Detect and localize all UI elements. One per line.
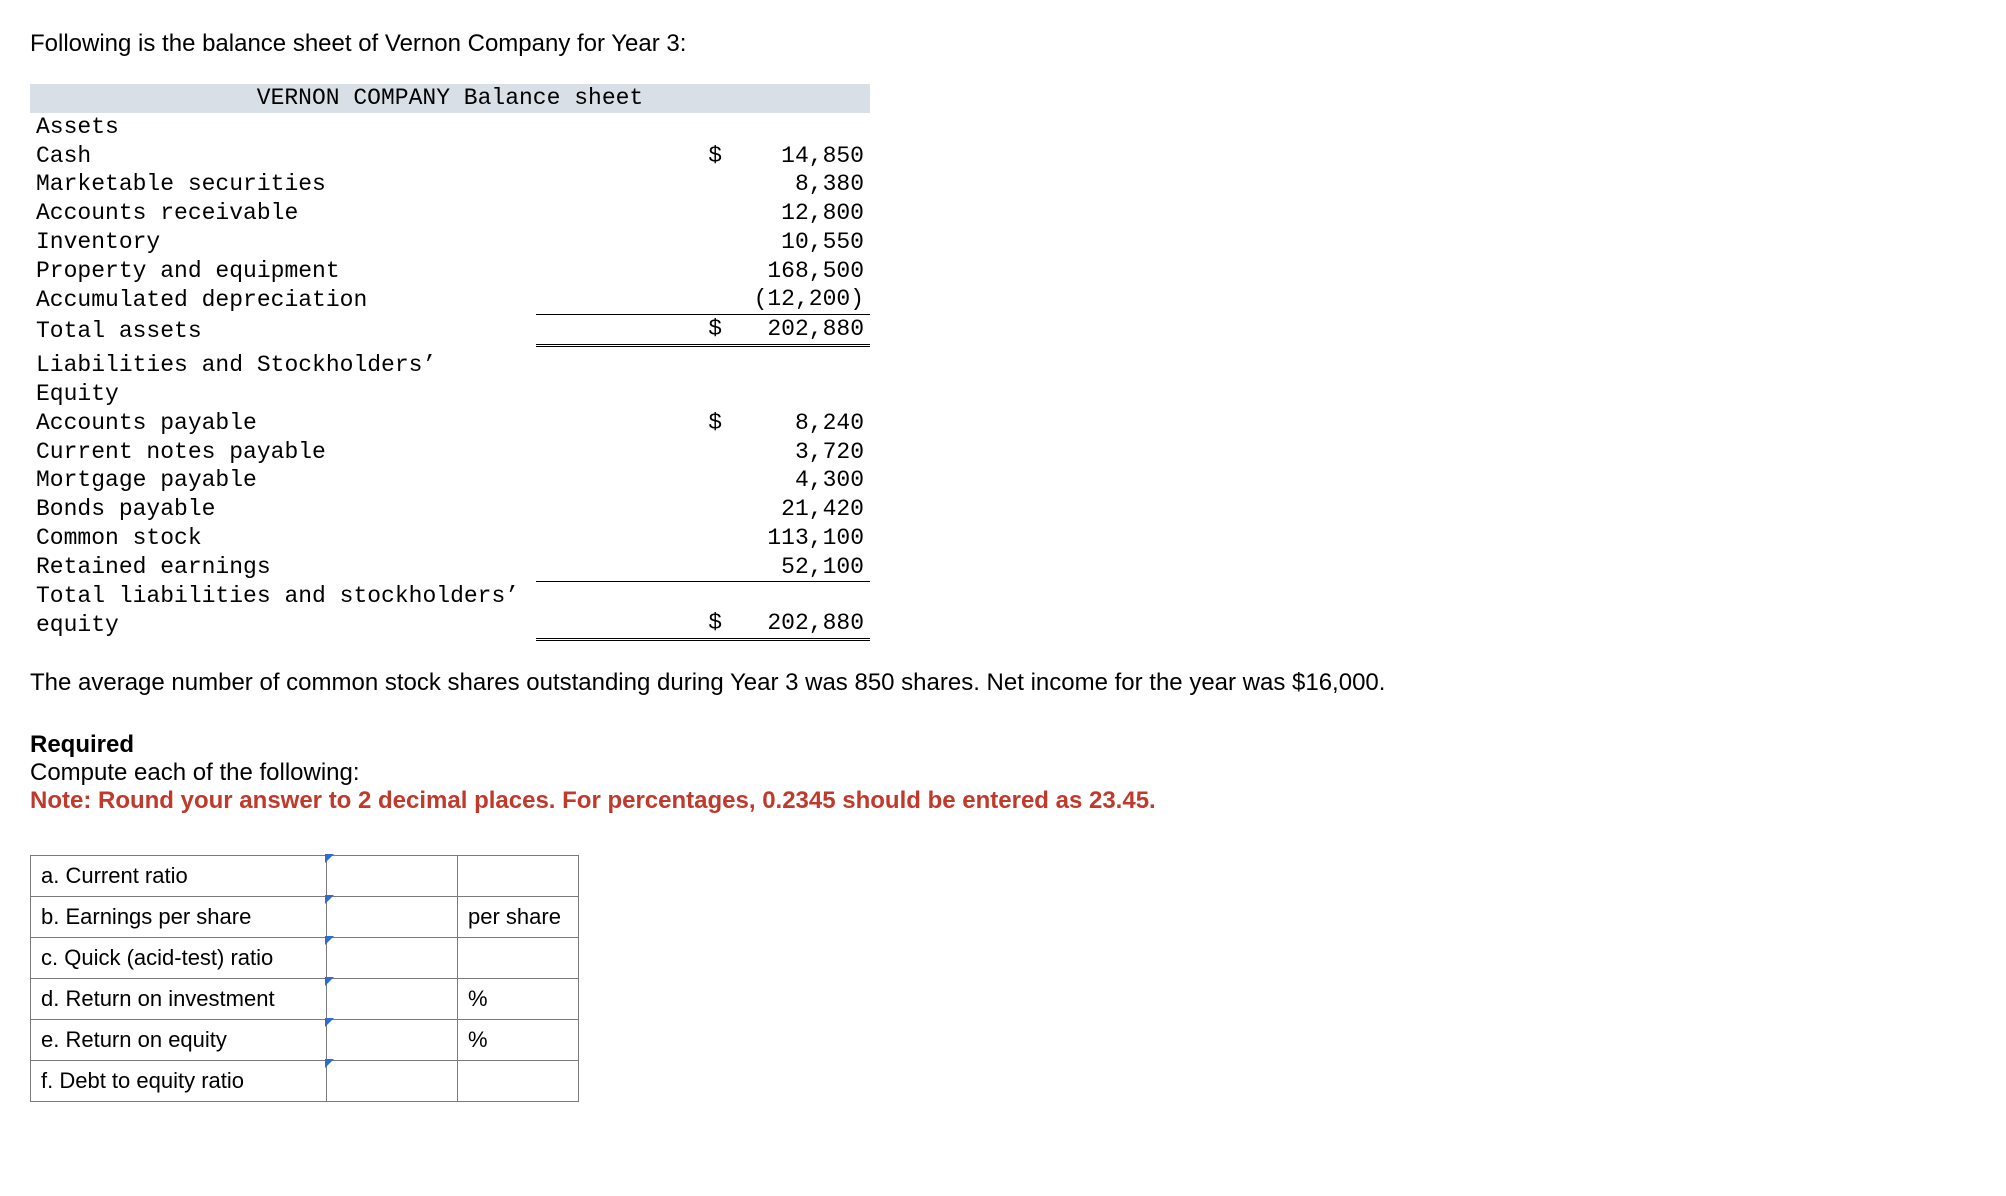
row-value: 168,500 (728, 257, 870, 286)
table-row: f. Debt to equity ratio (31, 1060, 579, 1101)
row-label: Common stock (30, 524, 536, 553)
row-value: (12,200) (728, 285, 870, 314)
note-text: Note: Round your answer to 2 decimal pla… (30, 787, 1976, 815)
answer-unit (458, 855, 579, 896)
row-value: 3,720 (728, 438, 870, 467)
input-marker-icon (325, 895, 334, 904)
answer-label: c. Quick (acid-test) ratio (31, 937, 327, 978)
row-value: 12,800 (728, 199, 870, 228)
input-marker-icon (325, 1018, 334, 1027)
table-row: e. Return on equity % (31, 1019, 579, 1060)
answer-unit: % (458, 978, 579, 1019)
row-value: 10,550 (728, 228, 870, 257)
answer-label: f. Debt to equity ratio (31, 1060, 327, 1101)
answer-label: a. Current ratio (31, 855, 327, 896)
required-label: Required (30, 731, 134, 758)
row-label: Accumulated depreciation (30, 285, 536, 314)
input-marker-icon (325, 1059, 334, 1068)
total-liab-label: Total liabilities and stockholders’ equi… (30, 582, 536, 640)
answer-input[interactable] (327, 855, 458, 896)
answer-label: e. Return on equity (31, 1019, 327, 1060)
row-value: 52,100 (728, 553, 870, 582)
answer-input[interactable] (327, 978, 458, 1019)
required-text: Compute each of the following: (30, 759, 1976, 787)
input-marker-icon (325, 936, 334, 945)
assets-header: Assets (30, 113, 536, 142)
answer-input[interactable] (327, 1019, 458, 1060)
row-label: Bonds payable (30, 495, 536, 524)
liab-header: Liabilities and Stockholders’ Equity (30, 345, 536, 409)
row-label: Retained earnings (30, 553, 536, 582)
answer-unit (458, 1060, 579, 1101)
total-assets-label: Total assets (30, 315, 536, 346)
total-liab-sign: $ (536, 582, 728, 640)
input-marker-icon (325, 854, 334, 863)
row-value: 113,100 (728, 524, 870, 553)
row-label: Inventory (30, 228, 536, 257)
row-label: Property and equipment (30, 257, 536, 286)
answer-label: d. Return on investment (31, 978, 327, 1019)
row-sign: $ (536, 409, 728, 438)
answer-table: a. Current ratio b. Earnings per share p… (30, 855, 579, 1102)
answer-unit (458, 937, 579, 978)
row-value: 8,380 (728, 170, 870, 199)
answer-unit: per share (458, 896, 579, 937)
row-label: Current notes payable (30, 438, 536, 467)
row-label: Accounts receivable (30, 199, 536, 228)
table-row: c. Quick (acid-test) ratio (31, 937, 579, 978)
answer-input[interactable] (327, 1060, 458, 1101)
row-label: Mortgage payable (30, 466, 536, 495)
total-assets-value: 202,880 (728, 315, 870, 346)
table-row: d. Return on investment % (31, 978, 579, 1019)
row-value: 21,420 (728, 495, 870, 524)
answer-label: b. Earnings per share (31, 896, 327, 937)
row-value: 14,850 (728, 142, 870, 171)
table-row: a. Current ratio (31, 855, 579, 896)
balance-title: VERNON COMPANY Balance sheet (30, 84, 870, 113)
row-sign: $ (536, 142, 728, 171)
balance-sheet-table: VERNON COMPANY Balance sheet Assets Cash… (30, 84, 870, 641)
row-value: 8,240 (728, 409, 870, 438)
row-label: Marketable securities (30, 170, 536, 199)
info-paragraph: The average number of common stock share… (30, 669, 1976, 697)
table-row: b. Earnings per share per share (31, 896, 579, 937)
input-marker-icon (325, 977, 334, 986)
row-label: Accounts payable (30, 409, 536, 438)
intro-text: Following is the balance sheet of Vernon… (30, 30, 1976, 58)
row-value: 4,300 (728, 466, 870, 495)
answer-input[interactable] (327, 937, 458, 978)
total-liab-value: 202,880 (728, 582, 870, 640)
row-label: Cash (30, 142, 536, 171)
answer-unit: % (458, 1019, 579, 1060)
answer-input[interactable] (327, 896, 458, 937)
total-assets-sign: $ (536, 315, 728, 346)
